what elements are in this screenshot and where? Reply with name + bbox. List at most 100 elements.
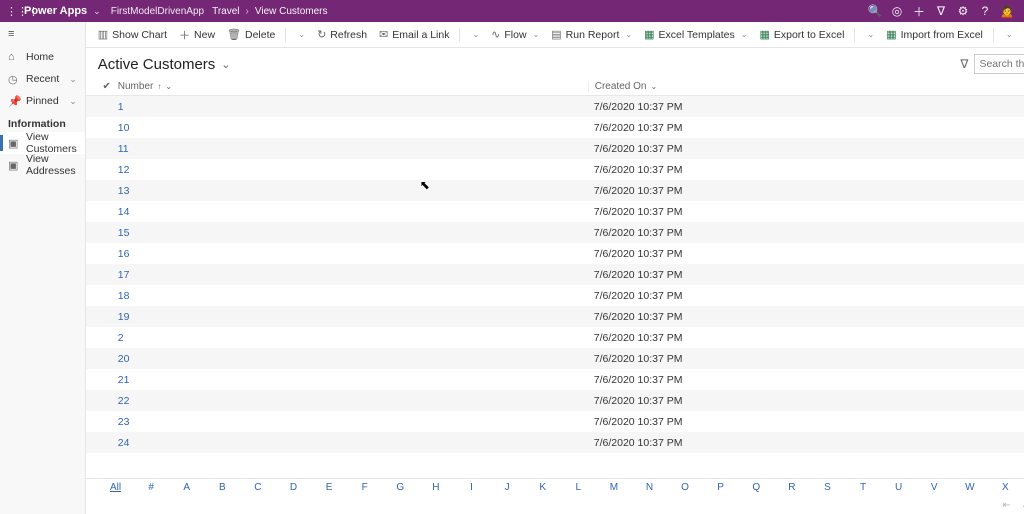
first-page-icon[interactable]: ⇤ xyxy=(1002,500,1010,511)
delete-dropdown[interactable]: ⌄ xyxy=(292,30,309,39)
cell-number[interactable]: 23 xyxy=(116,416,588,428)
table-row[interactable]: 137/6/2020 10:37 PM xyxy=(86,180,1024,201)
task-icon[interactable]: ◎ xyxy=(886,0,908,22)
alpha-filter-c[interactable]: C xyxy=(240,482,276,493)
cell-number[interactable]: 11 xyxy=(116,143,588,155)
table-row[interactable]: 207/6/2020 10:37 PM xyxy=(86,348,1024,369)
cell-number[interactable]: 1 xyxy=(116,101,588,113)
import-excel-dropdown[interactable]: ⌄ xyxy=(1000,30,1017,39)
export-excel-dropdown[interactable]: ⌄ xyxy=(861,30,878,39)
table-row[interactable]: 197/6/2020 10:37 PM xyxy=(86,306,1024,327)
new-button[interactable]: ＋New xyxy=(175,27,219,43)
account-icon[interactable]: 🙍 xyxy=(996,0,1018,22)
alpha-filter-k[interactable]: K xyxy=(525,482,561,493)
cell-number[interactable]: 2 xyxy=(116,332,588,344)
breadcrumb-item[interactable]: Travel xyxy=(212,6,239,17)
table-row[interactable]: 107/6/2020 10:37 PM xyxy=(86,117,1024,138)
cell-number[interactable]: 16 xyxy=(116,248,588,260)
alpha-filter-u[interactable]: U xyxy=(881,482,917,493)
table-row[interactable]: 157/6/2020 10:37 PM xyxy=(86,222,1024,243)
sidebar-item[interactable]: ▣View Customers xyxy=(0,132,85,154)
search-input[interactable] xyxy=(979,58,1024,70)
chevron-down-icon[interactable]: ⌄ xyxy=(221,58,230,71)
email-link-button[interactable]: ✉Email a Link xyxy=(375,28,453,41)
alpha-filter-#[interactable]: # xyxy=(133,482,169,493)
cell-number[interactable]: 19 xyxy=(116,311,588,323)
show-chart-button[interactable]: ▥Show Chart xyxy=(94,28,171,41)
alpha-filter-s[interactable]: S xyxy=(810,482,846,493)
alpha-filter-all[interactable]: All xyxy=(98,482,134,493)
alpha-filter-m[interactable]: M xyxy=(596,482,632,493)
cell-number[interactable]: 12 xyxy=(116,164,588,176)
sidebar-pinned[interactable]: 📌 Pinned ⌄ xyxy=(0,90,85,112)
alpha-filter-o[interactable]: O xyxy=(667,482,703,493)
flow-button[interactable]: ∿Flow⌄ xyxy=(487,28,543,41)
cell-number[interactable]: 17 xyxy=(116,269,588,281)
sidebar-recent[interactable]: ◷ Recent ⌄ xyxy=(0,68,85,90)
email-link-dropdown[interactable]: ⌄ xyxy=(466,30,483,39)
table-row[interactable]: 127/6/2020 10:37 PM xyxy=(86,159,1024,180)
sidebar-item[interactable]: ▣View Addresses xyxy=(0,154,85,176)
table-row[interactable]: 17/6/2020 10:37 PM xyxy=(86,96,1024,117)
settings-icon[interactable]: ⚙ xyxy=(952,0,974,22)
delete-button[interactable]: 🗑Delete xyxy=(223,28,279,41)
alpha-filter-b[interactable]: B xyxy=(205,482,241,493)
refresh-button[interactable]: ↻Refresh xyxy=(313,28,371,41)
table-row[interactable]: 147/6/2020 10:37 PM xyxy=(86,201,1024,222)
chevron-down-icon[interactable]: ⌄ xyxy=(165,82,172,91)
run-report-button[interactable]: ▤Run Report⌄ xyxy=(547,28,636,41)
table-row[interactable]: 247/6/2020 10:37 PM xyxy=(86,432,1024,453)
breadcrumb-item[interactable]: View Customers xyxy=(255,6,328,17)
chevron-down-icon[interactable]: ⌄ xyxy=(650,82,657,91)
cell-number[interactable]: 10 xyxy=(116,122,588,134)
alpha-filter-j[interactable]: J xyxy=(489,482,525,493)
table-row[interactable]: 177/6/2020 10:37 PM xyxy=(86,264,1024,285)
app-launcher-icon[interactable]: ⋮⋮⋮ xyxy=(6,5,20,18)
filter-icon[interactable]: ∇ xyxy=(930,0,952,22)
search-icon[interactable]: 🔍 xyxy=(864,0,886,22)
alpha-filter-e[interactable]: E xyxy=(311,482,347,493)
table-row[interactable]: 237/6/2020 10:37 PM xyxy=(86,411,1024,432)
alpha-filter-v[interactable]: V xyxy=(916,482,952,493)
grid-body[interactable]: 17/6/2020 10:37 PM107/6/2020 10:37 PM117… xyxy=(86,96,1024,478)
chevron-down-icon[interactable]: ⌄ xyxy=(93,6,101,17)
alpha-filter-r[interactable]: R xyxy=(774,482,810,493)
excel-templates-button[interactable]: ▦Excel Templates⌄ xyxy=(640,28,751,41)
cell-number[interactable]: 18 xyxy=(116,290,588,302)
table-row[interactable]: 27/6/2020 10:37 PM xyxy=(86,327,1024,348)
alpha-filter-x[interactable]: X xyxy=(988,482,1024,493)
cell-number[interactable]: 21 xyxy=(116,374,588,386)
table-row[interactable]: 167/6/2020 10:37 PM xyxy=(86,243,1024,264)
cell-number[interactable]: 20 xyxy=(116,353,588,365)
alpha-filter-h[interactable]: H xyxy=(418,482,454,493)
column-header-number[interactable]: Number ↑ ⌄ xyxy=(116,81,588,92)
sidebar-home[interactable]: ⌂ Home xyxy=(0,46,85,68)
export-excel-button[interactable]: ▦Export to Excel xyxy=(755,28,848,41)
environment-name[interactable]: FirstModelDrivenApp xyxy=(111,6,204,17)
alpha-filter-q[interactable]: Q xyxy=(738,482,774,493)
view-title[interactable]: Active Customers xyxy=(98,56,216,73)
sidebar-toggle[interactable]: ≡ xyxy=(0,22,85,46)
table-row[interactable]: 117/6/2020 10:37 PM xyxy=(86,138,1024,159)
cell-number[interactable]: 15 xyxy=(116,227,588,239)
select-all-checkbox[interactable]: ✔ xyxy=(98,81,116,92)
cell-number[interactable]: 22 xyxy=(116,395,588,407)
cell-number[interactable]: 14 xyxy=(116,206,588,218)
cell-number[interactable]: 13 xyxy=(116,185,588,197)
alpha-filter-i[interactable]: I xyxy=(454,482,490,493)
alpha-filter-w[interactable]: W xyxy=(952,482,988,493)
column-header-created-on[interactable]: Created On ⌄ xyxy=(588,81,1024,92)
alpha-filter-d[interactable]: D xyxy=(276,482,312,493)
alpha-filter-a[interactable]: A xyxy=(169,482,205,493)
help-icon[interactable]: ? xyxy=(974,0,996,22)
alpha-filter-p[interactable]: P xyxy=(703,482,739,493)
table-row[interactable]: 217/6/2020 10:37 PM xyxy=(86,369,1024,390)
alpha-filter-f[interactable]: F xyxy=(347,482,383,493)
table-row[interactable]: 187/6/2020 10:37 PM xyxy=(86,285,1024,306)
alpha-filter-n[interactable]: N xyxy=(632,482,668,493)
search-view-box[interactable]: 🔍 xyxy=(974,54,1024,74)
table-row[interactable]: 227/6/2020 10:37 PM xyxy=(86,390,1024,411)
alpha-filter-l[interactable]: L xyxy=(560,482,596,493)
create-view-button[interactable]: ▦Create view xyxy=(1021,28,1024,41)
alpha-filter-g[interactable]: G xyxy=(383,482,419,493)
